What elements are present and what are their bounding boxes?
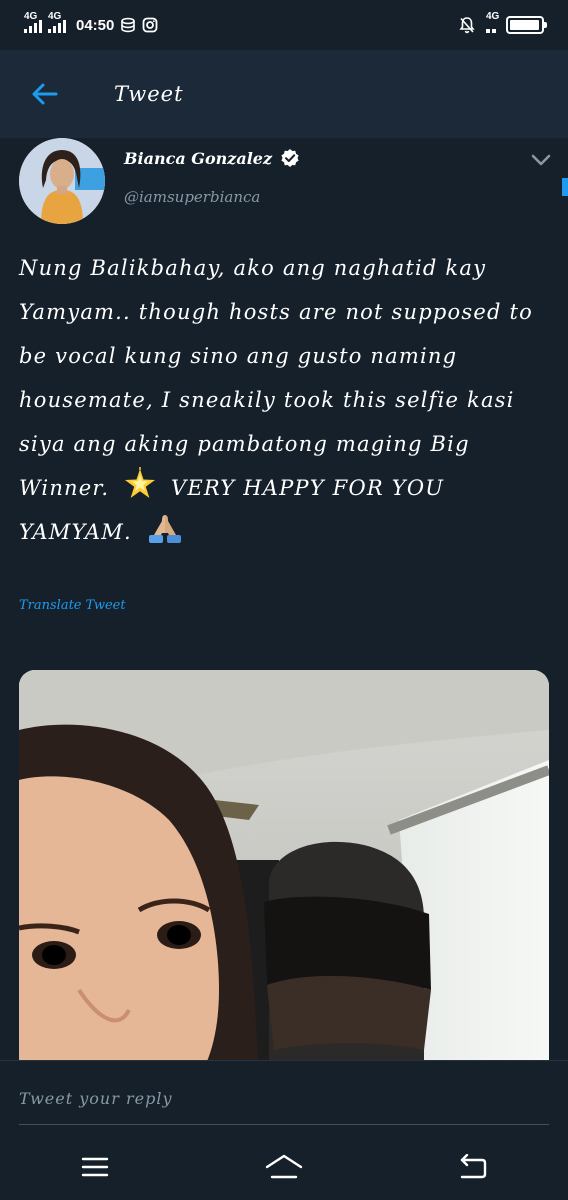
status-bar: 4G 4G 04:50 4G [0, 0, 568, 50]
menu-icon [81, 1157, 108, 1177]
verified-badge-icon [281, 149, 299, 167]
return-icon [461, 1154, 487, 1179]
system-nav-bar [0, 1134, 568, 1200]
author-handle[interactable]: @iamsuperbianca [124, 188, 260, 206]
author-name[interactable]: Bianca Gonzalez [124, 148, 300, 168]
avatar-image [19, 138, 105, 224]
tweet-media-photo[interactable] [19, 670, 549, 1060]
tweet-text-part1: Nung Balikbahay, ako ang naghatid kay Ya… [19, 256, 533, 500]
network-type-label: 4G [24, 11, 38, 22]
back-nav-button[interactable] [443, 1137, 503, 1197]
status-right: 4G [458, 11, 547, 34]
battery-level [510, 20, 539, 30]
instagram-icon [142, 17, 158, 33]
data-network-icon: 4G [486, 11, 499, 33]
home-icon [265, 1154, 303, 1179]
page-title: Tweet [114, 82, 184, 106]
scroll-indicator [562, 178, 568, 196]
reply-bar: Tweet your reply [0, 1060, 568, 1134]
notifications-off-icon [459, 17, 475, 34]
data-saver-icon [121, 17, 136, 33]
signal-icon: 4G [24, 11, 42, 33]
tweet-text: Nung Balikbahay, ako ang naghatid kay Ya… [19, 246, 549, 554]
home-button[interactable] [254, 1137, 314, 1197]
signal-icon: 4G [48, 11, 66, 33]
reply-input[interactable]: Tweet your reply [19, 1079, 549, 1125]
author-name-text: Bianca Gonzalez [124, 148, 273, 168]
network-type-label: 4G [486, 11, 500, 22]
network-type-label: 4G [48, 11, 62, 22]
battery-icon [506, 16, 547, 34]
status-left: 4G 4G 04:50 [24, 11, 158, 34]
tweet-detail: Bianca Gonzalez @iamsuperbianca Nung Bal… [0, 138, 568, 1060]
back-button[interactable] [0, 50, 88, 138]
chevron-down-icon[interactable] [528, 150, 554, 170]
app-bar: Tweet [0, 50, 568, 138]
avatar[interactable] [19, 138, 105, 224]
status-time: 04:50 [76, 16, 115, 34]
translate-tweet-link[interactable]: Translate Tweet [19, 598, 126, 613]
arrow-left-icon [32, 83, 58, 105]
folded-hands-icon [148, 515, 181, 543]
glowing-star-icon [125, 467, 156, 498]
selfie-photo [19, 670, 549, 1060]
menu-button[interactable] [65, 1137, 125, 1197]
